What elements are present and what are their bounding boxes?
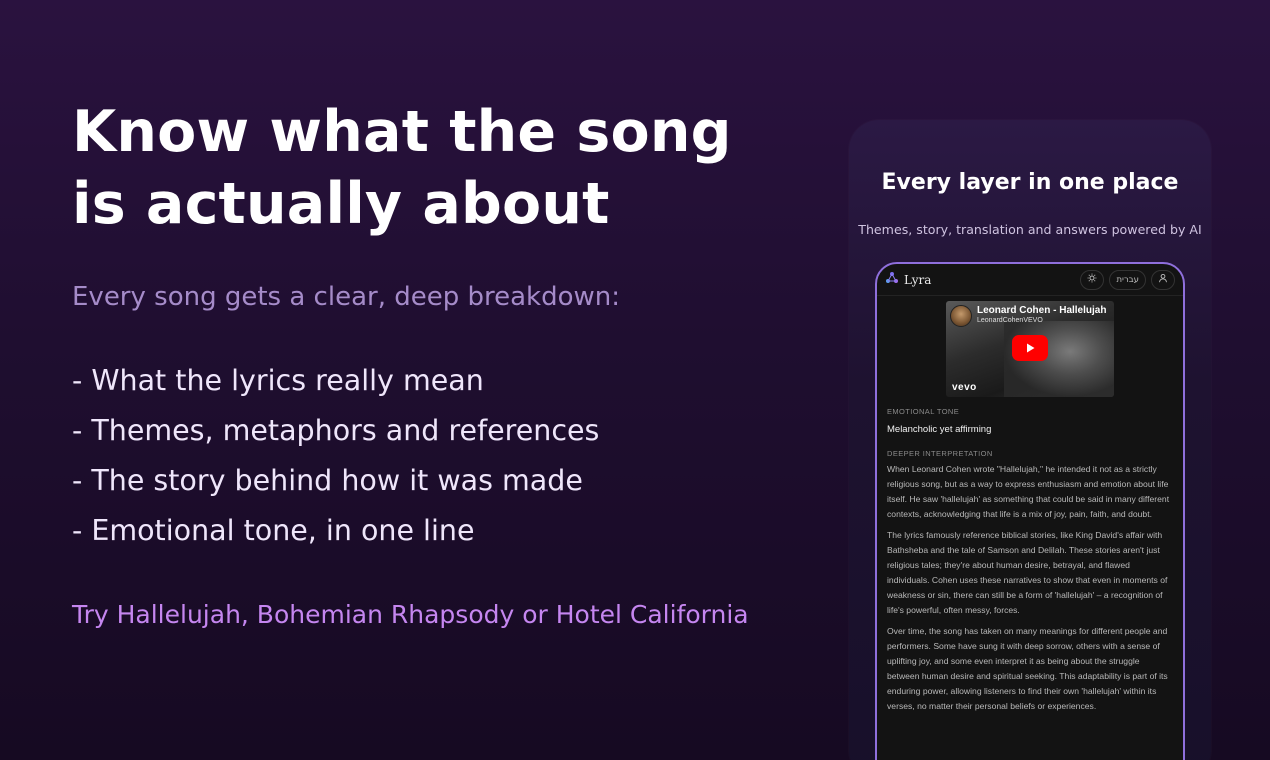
youtube-video-embed[interactable]: Leonard Cohen - Hallelujah LeonardCohenV…: [946, 301, 1114, 397]
lyra-logo-icon: [885, 270, 899, 289]
headline-line-2: is actually about: [72, 171, 610, 237]
feature-item: - What the lyrics really mean: [72, 364, 484, 397]
account-button[interactable]: [1151, 269, 1175, 290]
user-icon: [1158, 273, 1168, 286]
hero-subhead: Every song gets a clear, deep breakdown:: [72, 282, 621, 312]
play-icon: [1024, 339, 1036, 358]
feature-item: - The story behind how it was made: [72, 464, 583, 497]
headline-line-1: Know what the song: [72, 99, 732, 165]
play-button[interactable]: [1012, 335, 1048, 361]
emotional-tone-value: Melancholic yet affirming: [887, 424, 992, 435]
feature-item: - Themes, metaphors and references: [72, 414, 600, 447]
app-name: Lyra: [904, 272, 932, 287]
card-title: Every layer in one place: [881, 170, 1179, 195]
feature-card: Every layer in one place Themes, story, …: [849, 120, 1211, 760]
emotional-tone-label: EMOTIONAL TONE: [887, 407, 960, 416]
video-channel: LeonardCohenVEVO: [977, 317, 1043, 324]
interpretation-paragraph: The lyrics famously reference biblical s…: [887, 530, 1168, 615]
deeper-interpretation-label: DEEPER INTERPRETATION: [887, 449, 993, 458]
vevo-watermark: vevo: [952, 382, 977, 393]
app-topbar: Lyra עברית: [877, 264, 1183, 296]
hero-headline: Know what the song is actually about: [72, 96, 792, 240]
hero-section: Know what the song is actually about Eve…: [72, 96, 792, 629]
app-logo[interactable]: Lyra: [885, 270, 931, 289]
app-screenshot: Lyra עברית Leonard Cohen - Hallelujah Le…: [875, 262, 1185, 760]
song-analysis: EMOTIONAL TONE Melancholic yet affirming…: [877, 397, 1183, 714]
theme-toggle-button[interactable]: [1080, 269, 1105, 290]
interpretation-paragraph: Over time, the song has taken on many me…: [887, 626, 1168, 711]
language-toggle-button[interactable]: עברית: [1109, 269, 1146, 290]
sun-icon: [1087, 273, 1097, 286]
try-songs-text: Try Hallelujah, Bohemian Rhapsody or Hot…: [72, 600, 749, 629]
feature-list: - What the lyrics really mean - Themes, …: [72, 356, 792, 556]
feature-item: - Emotional tone, in one line: [72, 514, 475, 547]
card-subtitle: Themes, story, translation and answers p…: [858, 222, 1202, 237]
channel-avatar[interactable]: [950, 305, 972, 327]
interpretation-paragraph: When Leonard Cohen wrote "Hallelujah," h…: [887, 464, 1170, 519]
video-title[interactable]: Leonard Cohen - Hallelujah: [977, 305, 1106, 317]
